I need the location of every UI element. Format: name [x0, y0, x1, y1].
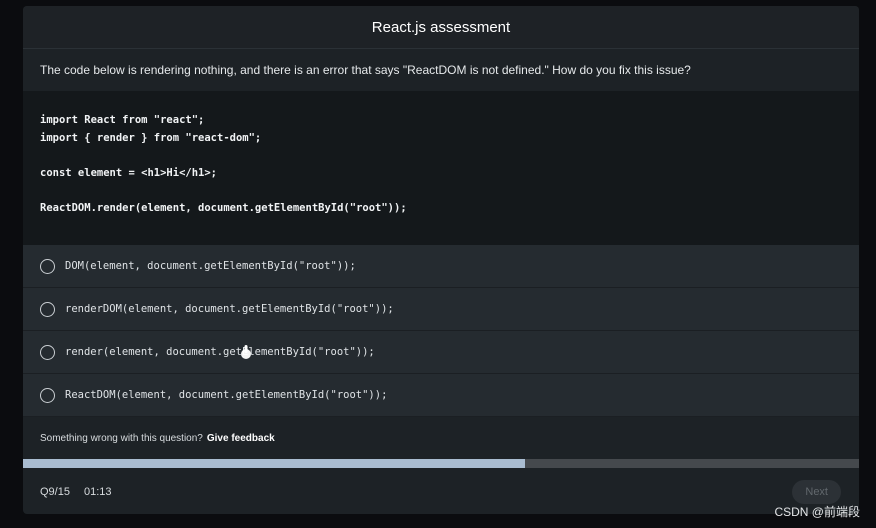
feedback-row: Something wrong with this question? Give… [23, 417, 859, 459]
give-feedback-link[interactable]: Give feedback [207, 433, 275, 444]
mouse-cursor-icon [241, 345, 251, 359]
radio-button-icon[interactable] [40, 258, 55, 274]
answer-option-label: DOM(element, document.getElementById("ro… [65, 260, 356, 272]
answer-option-label: ReactDOM(element, document.getElementByI… [65, 389, 388, 401]
code-line: ReactDOM.render(element, document.getEle… [40, 201, 407, 214]
assessment-header: React.js assessment [23, 6, 859, 49]
assessment-card: React.js assessment The code below is re… [23, 6, 859, 514]
code-line: import { render } from "react-dom"; [40, 131, 262, 144]
progress-bar-fill [23, 459, 525, 468]
timer: 01:13 [83, 485, 112, 498]
question-counter: Q9/15 [40, 485, 70, 498]
answer-option-1[interactable]: DOM(element, document.getElementById("ro… [23, 245, 859, 288]
radio-button-icon[interactable] [40, 387, 55, 403]
answer-option-4[interactable]: ReactDOM(element, document.getElementByI… [23, 374, 859, 417]
watermark: CSDN @前端段 [774, 505, 860, 519]
question-prompt: The code below is rendering nothing, and… [23, 49, 859, 91]
radio-button-icon[interactable] [40, 344, 55, 360]
answer-option-2[interactable]: renderDOM(element, document.getElementBy… [23, 288, 859, 331]
answer-options: DOM(element, document.getElementById("ro… [23, 245, 859, 417]
code-line: const element = <h1>Hi</h1>; [40, 166, 218, 179]
code-block: import React from "react"; import { rend… [23, 91, 859, 245]
question-text: The code below is rendering nothing, and… [40, 63, 691, 77]
answer-option-label: renderDOM(element, document.getElementBy… [65, 303, 394, 315]
assessment-footer: Q9/15 01:13 Next [23, 468, 859, 514]
assessment-title: React.js assessment [371, 18, 511, 36]
feedback-prompt: Something wrong with this question? [40, 432, 203, 444]
code-line: import React from "react"; [40, 114, 205, 126]
progress-bar [23, 459, 859, 468]
radio-button-icon[interactable] [40, 301, 55, 317]
next-button[interactable]: Next [792, 480, 841, 504]
answer-option-3[interactable]: render(element, document.getElementById(… [23, 331, 859, 374]
answer-option-label: render(element, document.getElementById(… [65, 346, 375, 358]
